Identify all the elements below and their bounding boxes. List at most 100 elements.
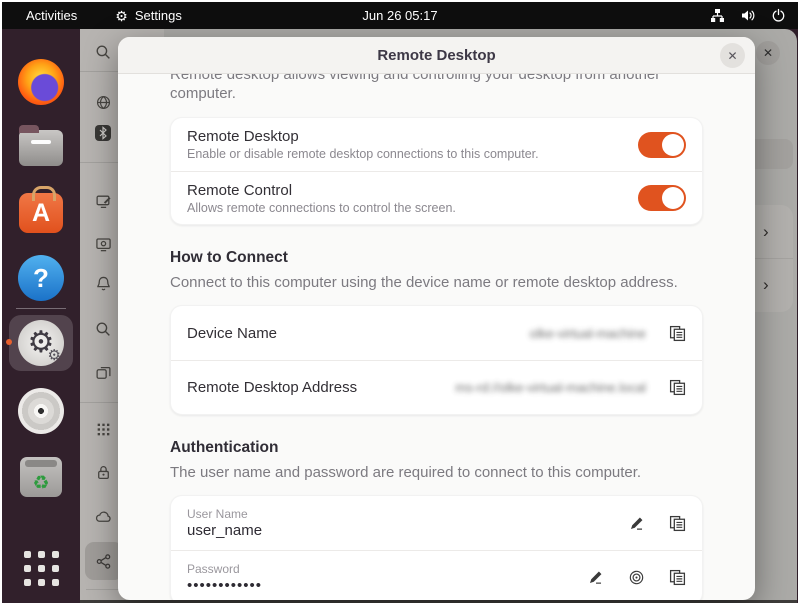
status-area[interactable] xyxy=(710,8,786,23)
password-row: Password •••••••••••• xyxy=(171,550,702,600)
device-name-row: Device Name olke-virtual-machine xyxy=(171,306,702,360)
dock-trash-icon[interactable]: ♻ xyxy=(17,453,65,501)
volume-icon xyxy=(740,8,756,23)
reveal-password-button[interactable] xyxy=(627,569,645,587)
sidebar-item-displays[interactable] xyxy=(94,235,112,253)
remote-desktop-row: Remote Desktop Enable or disable remote … xyxy=(171,118,702,171)
authentication-heading: Authentication xyxy=(170,439,703,457)
address-label: Remote Desktop Address xyxy=(187,379,455,396)
remote-control-subtitle: Allows remote connections to control the… xyxy=(187,201,638,215)
copy-icon xyxy=(669,379,686,396)
dock-media-icon[interactable] xyxy=(17,387,65,435)
dialog-title: Remote Desktop xyxy=(377,47,495,64)
remote-desktop-dialog: Remote Desktop ✕ Remote desktop allows v… xyxy=(118,37,755,600)
username-label: User Name xyxy=(187,507,615,521)
question-glyph: ? xyxy=(33,263,49,294)
sidebar-item-bluetooth[interactable] xyxy=(94,124,112,142)
toggle-knob xyxy=(662,134,684,156)
sidebar-item-network[interactable] xyxy=(94,93,112,111)
dock-files-icon[interactable] xyxy=(17,124,65,172)
dialog-close-button[interactable]: ✕ xyxy=(720,43,745,68)
pencil-icon xyxy=(587,569,604,586)
copy-address-button[interactable] xyxy=(668,379,686,397)
username-value[interactable]: user_name xyxy=(187,522,615,539)
dock-help-icon[interactable]: ? xyxy=(17,254,65,302)
dock: A ? ⚙ ⚙ ♻ xyxy=(2,29,80,603)
pencil-icon xyxy=(628,515,645,532)
app-grid-icon xyxy=(24,551,59,586)
desktop: Activities ⚙ Settings Jun 26 05:17 A ? ⚙… xyxy=(2,2,798,603)
software-bag-icon: A xyxy=(19,193,63,233)
software-letter: A xyxy=(32,199,50,228)
copy-icon xyxy=(669,325,686,342)
dock-settings-icon[interactable]: ⚙ ⚙ xyxy=(17,319,65,367)
focused-app-menu[interactable]: ⚙ Settings xyxy=(115,8,182,23)
copy-device-name-button[interactable] xyxy=(668,324,686,342)
dock-firefox-icon[interactable] xyxy=(17,58,65,106)
remote-desktop-title: Remote Desktop xyxy=(187,128,638,145)
dialog-body: Remote desktop allows viewing and contro… xyxy=(118,74,755,600)
toggles-card: Remote Desktop Enable or disable remote … xyxy=(170,117,703,225)
remote-desktop-toggle[interactable] xyxy=(638,132,686,158)
device-name-value: olke-virtual-machine xyxy=(530,326,646,341)
help-question-icon: ? xyxy=(18,255,64,301)
chevron-right-icon: › xyxy=(763,275,769,295)
activities-button[interactable]: Activities xyxy=(26,8,77,23)
small-gear-glyph: ⚙ xyxy=(48,348,61,363)
authentication-description: The user name and password are required … xyxy=(170,464,703,481)
power-icon xyxy=(771,8,786,23)
trash-bin-icon: ♻ xyxy=(20,457,62,497)
gear-icon: ⚙ xyxy=(115,9,128,23)
recycle-glyph: ♻ xyxy=(32,472,49,497)
copy-icon xyxy=(669,569,686,586)
disc-icon xyxy=(18,388,64,434)
address-row: Remote Desktop Address ms-rd://olke-virt… xyxy=(171,360,702,414)
remote-control-title: Remote Control xyxy=(187,182,638,199)
edit-password-button[interactable] xyxy=(586,569,604,587)
eye-icon xyxy=(628,569,645,586)
sidebar-item-multitasking[interactable] xyxy=(94,364,112,382)
running-indicator-dot xyxy=(6,339,12,345)
copy-password-button[interactable] xyxy=(668,569,686,587)
sidebar-item-privacy[interactable] xyxy=(94,463,112,481)
network-icon xyxy=(710,8,725,23)
sidebar-item-sharing[interactable] xyxy=(94,552,112,570)
sidebar-item-online-accounts[interactable] xyxy=(94,507,112,525)
how-to-connect-description: Connect to this computer using the devic… xyxy=(170,274,703,291)
top-bar: Activities ⚙ Settings Jun 26 05:17 xyxy=(2,2,798,29)
folder-icon xyxy=(19,130,63,166)
password-value[interactable]: •••••••••••• xyxy=(187,577,574,594)
authentication-card: User Name user_name Password xyxy=(170,495,703,600)
device-name-label: Device Name xyxy=(187,325,530,342)
window-close-button[interactable]: ✕ xyxy=(756,41,780,65)
copy-username-button[interactable] xyxy=(668,514,686,532)
sidebar-item-applications[interactable] xyxy=(94,420,112,438)
close-icon: ✕ xyxy=(727,49,737,63)
sidebar-search-icon[interactable] xyxy=(94,43,112,61)
intro-clip: Remote desktop allows viewing and contro… xyxy=(170,74,703,104)
remote-desktop-subtitle: Enable or disable remote desktop connect… xyxy=(187,147,638,161)
sidebar-item-appearance[interactable] xyxy=(94,192,112,210)
username-row: User Name user_name xyxy=(171,496,702,550)
gears-icon: ⚙ ⚙ xyxy=(18,320,64,366)
connect-card: Device Name olke-virtual-machine Remote … xyxy=(170,305,703,415)
sidebar-item-notifications[interactable] xyxy=(94,274,112,292)
sidebar-item-search-settings[interactable] xyxy=(94,320,112,338)
clock[interactable]: Jun 26 05:17 xyxy=(362,8,437,23)
edit-username-button[interactable] xyxy=(627,514,645,532)
chevron-right-icon: › xyxy=(763,222,769,242)
address-value: ms-rd://olke-virtual-machine.local xyxy=(455,380,646,395)
screenshot-frame: Activities ⚙ Settings Jun 26 05:17 A ? ⚙… xyxy=(0,0,800,605)
remote-control-toggle[interactable] xyxy=(638,185,686,211)
dock-software-icon[interactable]: A xyxy=(17,189,65,237)
dialog-header: Remote Desktop ✕ xyxy=(118,37,755,74)
dock-app-grid-button[interactable] xyxy=(17,544,65,592)
dialog-description: Remote desktop allows viewing and contro… xyxy=(170,74,703,103)
close-icon: ✕ xyxy=(763,46,773,60)
focused-app-label: Settings xyxy=(135,8,182,23)
how-to-connect-heading: How to Connect xyxy=(170,249,703,267)
toggle-knob xyxy=(662,187,684,209)
remote-control-row: Remote Control Allows remote connections… xyxy=(171,171,702,224)
firefox-logo xyxy=(18,59,64,105)
copy-icon xyxy=(669,515,686,532)
